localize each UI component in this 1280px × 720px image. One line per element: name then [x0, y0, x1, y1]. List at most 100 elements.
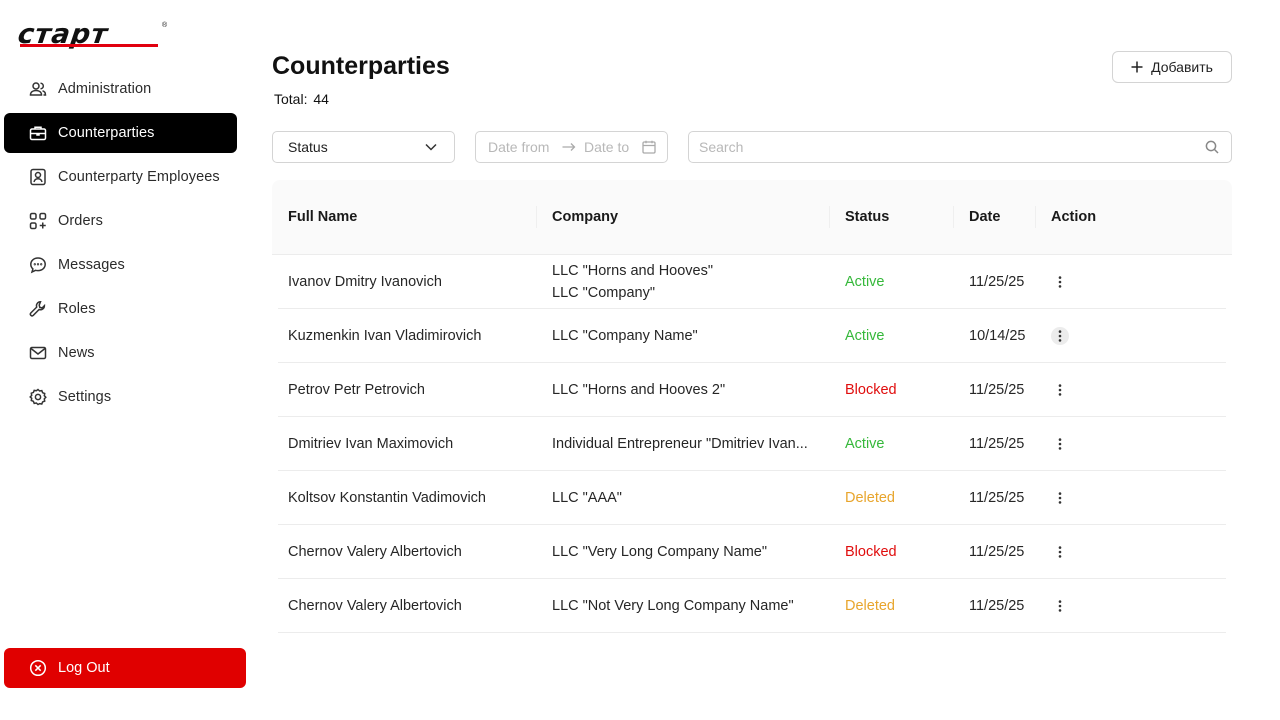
cell-date: 10/14/25 — [969, 327, 1026, 344]
close-circle-icon — [28, 658, 48, 678]
wrench-icon — [28, 299, 48, 319]
cell-date: 11/25/25 — [969, 597, 1025, 614]
date-from-input[interactable] — [488, 139, 554, 155]
search-field[interactable] — [688, 131, 1232, 163]
column-header-date[interactable]: Date — [953, 180, 1035, 254]
sidebar-item-roles[interactable]: Roles — [4, 289, 237, 329]
chevron-down-icon — [425, 143, 437, 151]
sidebar-item-counterparties[interactable]: Counterparties — [4, 113, 237, 153]
sidebar-item-label: News — [58, 345, 95, 361]
table-row[interactable]: Kuzmenkin Ivan Vladimirovich LLC "Company… — [278, 309, 1226, 363]
company-name: Individual Entrepreneur "Dmitriev Ivan..… — [552, 435, 808, 452]
company-name: LLC "Horns and Hooves" — [552, 262, 714, 279]
company-name: LLC "Very Long Company Name" — [552, 543, 768, 560]
more-options-icon[interactable] — [1051, 381, 1069, 399]
counterparties-table: Full Name Company Status Date Action Iva… — [272, 180, 1232, 633]
cell-date: 11/25/25 — [969, 435, 1025, 452]
brand-logo[interactable]: старт ® — [16, 19, 168, 50]
search-input[interactable] — [699, 139, 1205, 155]
users-icon — [28, 79, 48, 99]
sidebar-item-counterparty-employees[interactable]: Counterparty Employees — [4, 157, 237, 197]
page-title: Counterparties — [272, 52, 450, 80]
table-row[interactable]: Chernov Valery Albertovich LLC "Very Long… — [278, 525, 1226, 579]
column-header-action: Action — [1035, 180, 1232, 254]
arrow-right-icon — [562, 142, 576, 152]
add-button-label: Добавить — [1151, 59, 1213, 75]
more-options-icon[interactable] — [1051, 543, 1069, 561]
more-options-icon[interactable] — [1051, 326, 1069, 345]
cell-date: 11/25/25 — [969, 489, 1025, 506]
sidebar-item-orders[interactable]: Orders — [4, 201, 237, 241]
date-range-picker[interactable] — [475, 131, 668, 163]
cell-company: LLC "Very Long Company Name" — [536, 541, 829, 563]
add-button[interactable]: Добавить — [1112, 51, 1232, 83]
more-options-icon[interactable] — [1051, 273, 1069, 291]
sidebar-item-label: Settings — [58, 389, 112, 405]
status-select[interactable]: Status — [272, 131, 455, 163]
cell-full-name: Ivanov Dmitry Ivanovich — [288, 273, 442, 290]
cell-date: 11/25/25 — [969, 273, 1025, 290]
status-badge: Deleted — [845, 597, 895, 614]
cell-date: 11/25/25 — [969, 381, 1025, 398]
logout-button[interactable]: Log Out — [4, 648, 246, 688]
cell-action — [1035, 273, 1226, 291]
column-header-company[interactable]: Company — [536, 180, 829, 254]
cell-full-name: Chernov Valery Albertovich — [288, 597, 462, 614]
cell-full-name: Kuzmenkin Ivan Vladimirovich — [288, 327, 482, 344]
cell-action — [1035, 597, 1226, 615]
table-row[interactable]: Chernov Valery Albertovich LLC "Not Very … — [278, 579, 1226, 633]
company-name: LLC "AAA" — [552, 489, 622, 506]
table-row[interactable]: Petrov Petr Petrovich LLC "Horns and Hoov… — [278, 363, 1226, 417]
sidebar-item-label: Counterparty Employees — [58, 169, 220, 185]
plus-icon — [1131, 61, 1143, 73]
more-options-icon[interactable] — [1051, 489, 1069, 507]
column-header-full-name[interactable]: Full Name — [272, 180, 536, 254]
calendar-icon[interactable] — [642, 140, 656, 154]
logo-registered-mark: ® — [162, 22, 168, 29]
cell-company: LLC "Horns and Hooves" LLC "Company" — [536, 260, 829, 304]
company-name: LLC "Company Name" — [552, 327, 698, 344]
sidebar-item-news[interactable]: News — [4, 333, 237, 373]
sidebar-item-settings[interactable]: Settings — [4, 377, 237, 417]
date-to-input[interactable] — [584, 139, 642, 155]
cell-company: LLC "Horns and Hooves 2" — [536, 379, 829, 401]
mail-icon — [28, 343, 48, 363]
table-row[interactable]: Koltsov Konstantin Vadimovich LLC "AAA" De… — [278, 471, 1226, 525]
search-icon[interactable] — [1205, 140, 1219, 154]
cell-company: LLC "Company Name" — [536, 325, 829, 347]
status-badge: Active — [845, 435, 885, 452]
cell-company: Individual Entrepreneur "Dmitriev Ivan..… — [536, 433, 829, 455]
status-select-value: Status — [288, 139, 328, 155]
sidebar-item-messages[interactable]: Messages — [4, 245, 237, 285]
logo-underline — [20, 44, 158, 47]
cell-company: LLC "Not Very Long Company Name" — [536, 595, 829, 617]
chat-bubble-icon — [28, 255, 48, 275]
cell-action — [1035, 543, 1226, 561]
cell-action — [1035, 381, 1226, 399]
status-badge: Blocked — [845, 381, 897, 398]
sidebar-item-label: Messages — [58, 257, 125, 273]
total-label: Total: — [274, 91, 308, 107]
cell-action — [1035, 435, 1226, 453]
contact-card-icon — [28, 167, 48, 187]
table-row[interactable]: Ivanov Dmitry Ivanovich LLC "Horns and Ho… — [278, 255, 1226, 309]
cell-full-name: Petrov Petr Petrovich — [288, 381, 425, 398]
column-header-status[interactable]: Status — [829, 180, 953, 254]
more-options-icon[interactable] — [1051, 435, 1069, 453]
logout-label: Log Out — [58, 660, 110, 676]
sidebar-item-label: Counterparties — [58, 125, 155, 141]
table-row[interactable]: Dmitriev Ivan Maximovich Individual Entre… — [278, 417, 1226, 471]
status-badge: Active — [845, 327, 885, 344]
cell-action — [1035, 489, 1226, 507]
sidebar-item-label: Administration — [58, 81, 152, 97]
cell-full-name: Chernov Valery Albertovich — [288, 543, 462, 560]
company-name: LLC "Not Very Long Company Name" — [552, 597, 794, 614]
sidebar-nav: Administration Counterparties Counterpar… — [4, 69, 237, 421]
sidebar-item-administration[interactable]: Administration — [4, 69, 237, 109]
status-badge: Blocked — [845, 543, 897, 560]
more-options-icon[interactable] — [1051, 597, 1069, 615]
status-badge: Active — [845, 273, 885, 290]
table-header: Full Name Company Status Date Action — [272, 180, 1232, 255]
total-value: 44 — [313, 91, 329, 107]
briefcase-icon — [28, 123, 48, 143]
